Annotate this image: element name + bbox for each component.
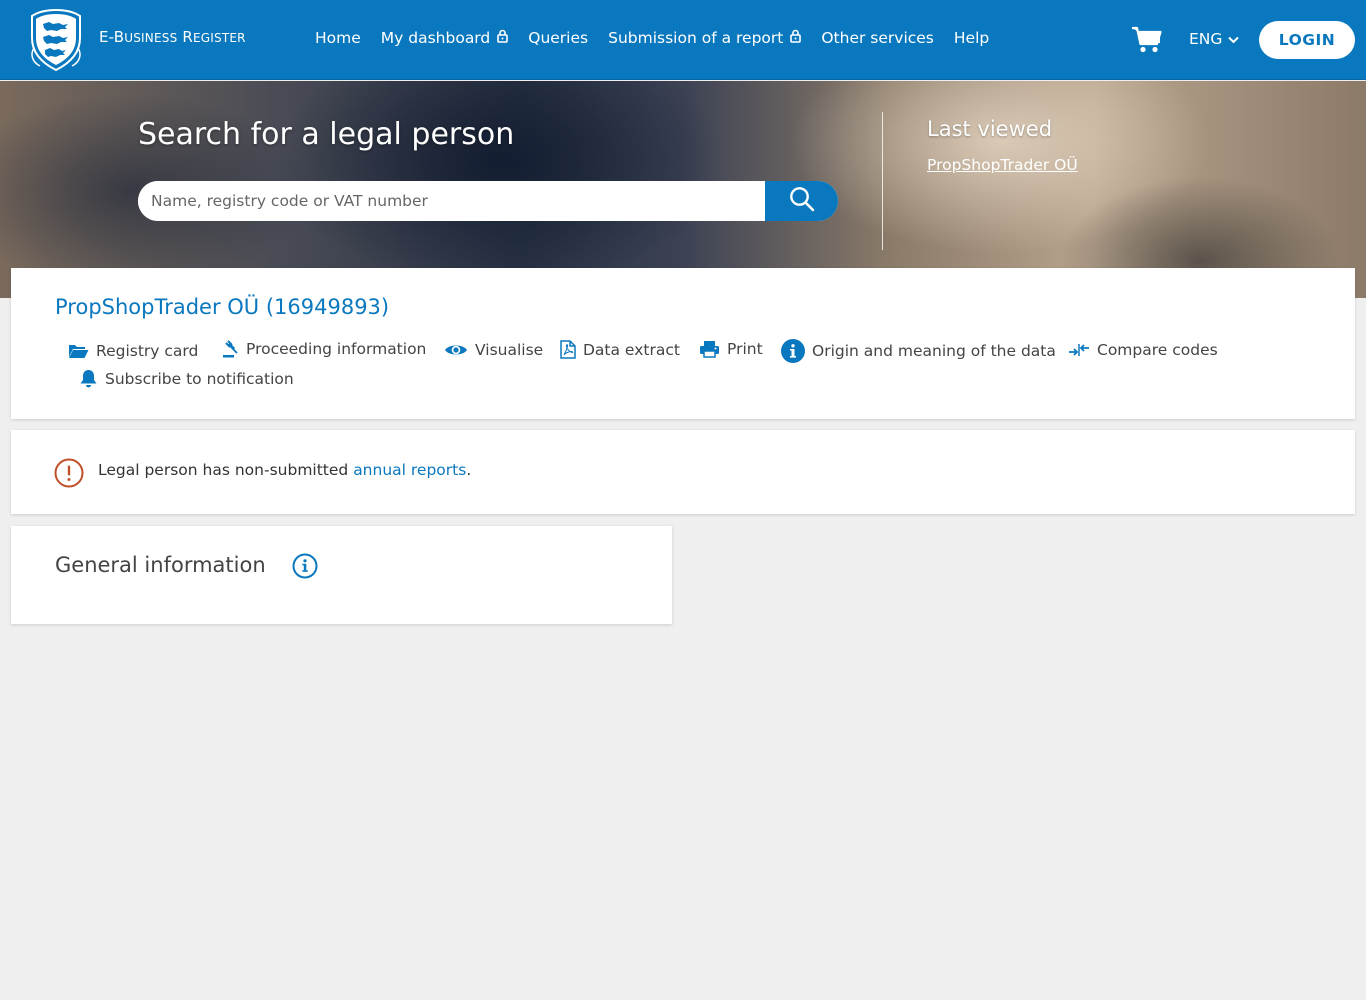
action-label: Print <box>727 340 763 358</box>
proceeding-information-link[interactable]: Proceeding information <box>223 340 426 358</box>
bell-icon <box>79 369 98 388</box>
brand-part: USINESS <box>124 31 178 45</box>
shopping-cart-icon[interactable] <box>1131 26 1163 58</box>
nav-item-label: Queries <box>528 29 589 47</box>
subscribe-notification-link[interactable]: Subscribe to notification <box>79 369 294 388</box>
annual-reports-link[interactable]: annual reports <box>353 461 466 479</box>
notice-card: Legal person has non-submitted annual re… <box>11 430 1355 514</box>
nav-item-my-dashboard[interactable]: My dashboard <box>380 29 509 47</box>
action-label: Compare codes <box>1097 341 1218 359</box>
nav-item-label: Home <box>315 29 361 47</box>
search-button[interactable] <box>765 181 838 221</box>
visualise-link[interactable]: Visualise <box>444 341 543 359</box>
printer-icon <box>699 340 720 358</box>
language-selector[interactable]: ENG <box>1189 30 1240 48</box>
nav-item-label: My dashboard <box>380 29 491 47</box>
notice-text: Legal person has non-submitted <box>98 461 354 479</box>
action-label: Proceeding information <box>246 340 427 358</box>
coat-of-arms-logo[interactable] <box>26 8 86 72</box>
nav-item-home[interactable]: Home <box>315 29 361 47</box>
info-circle-icon[interactable] <box>292 553 318 583</box>
language-label: ENG <box>1189 30 1223 48</box>
brand-part: R <box>182 28 193 46</box>
nav-item-label: Other services <box>821 29 934 47</box>
lock-icon <box>790 29 802 47</box>
gavel-icon <box>223 340 239 358</box>
nav-item-label: Help <box>953 29 990 47</box>
compare-codes-link[interactable]: Compare codes <box>1068 341 1218 359</box>
general-information-card: General information <box>11 526 672 624</box>
site-brand-name[interactable]: E-BUSINESS REGISTER <box>99 28 246 46</box>
origin-and-meaning-link[interactable]: Origin and meaning of the data <box>781 339 1056 363</box>
brand-part: EGISTER <box>192 31 246 45</box>
action-label: Data extract <box>583 340 680 359</box>
last-viewed-link[interactable]: PropShopTrader OÜ <box>927 156 1078 174</box>
compare-arrows-icon <box>1068 342 1090 358</box>
folder-open-icon <box>68 343 89 359</box>
search-bar <box>138 181 838 221</box>
registry-card-link[interactable]: Registry card <box>68 342 198 360</box>
company-title: PropShopTrader OÜ (16949893) <box>55 295 390 319</box>
lock-icon <box>497 29 509 47</box>
last-viewed-title: Last viewed <box>927 117 1053 141</box>
print-link[interactable]: Print <box>699 340 763 358</box>
data-extract-link[interactable]: Data extract <box>560 340 680 359</box>
action-label: Visualise <box>475 341 544 359</box>
login-button[interactable]: LOGIN <box>1259 21 1355 59</box>
hero-divider <box>882 112 883 250</box>
nav-item-queries[interactable]: Queries <box>528 29 588 47</box>
nav-item-label: Submission of a report <box>608 29 784 47</box>
main-navigation: Home My dashboard Queries Submission of … <box>315 29 1009 47</box>
info-icon <box>781 339 805 363</box>
nav-item-submission-of-a-report[interactable]: Submission of a report <box>608 29 802 47</box>
nav-item-other-services[interactable]: Other services <box>821 29 934 47</box>
pdf-file-icon <box>560 340 576 359</box>
action-label: Origin and meaning of the data <box>812 342 1056 360</box>
action-label: Subscribe to notification <box>105 369 294 388</box>
notice-suffix: . <box>466 461 472 479</box>
search-icon <box>789 186 815 216</box>
chevron-down-icon <box>1228 30 1240 48</box>
section-title: General information <box>55 553 266 577</box>
eye-icon <box>444 342 468 358</box>
top-navigation-bar: E-BUSINESS REGISTER Home My dashboard Qu… <box>0 0 1366 80</box>
company-card: PropShopTrader OÜ (16949893) Registry ca… <box>11 268 1355 419</box>
notice-message: Legal person has non-submitted annual re… <box>98 461 471 479</box>
action-label: Registry card <box>96 342 199 360</box>
nav-item-help[interactable]: Help <box>954 29 989 47</box>
brand-part: E-B <box>99 28 125 46</box>
search-input[interactable] <box>138 181 766 221</box>
hero-title: Search for a legal person <box>138 117 515 152</box>
exclamation-circle-icon <box>54 458 84 492</box>
